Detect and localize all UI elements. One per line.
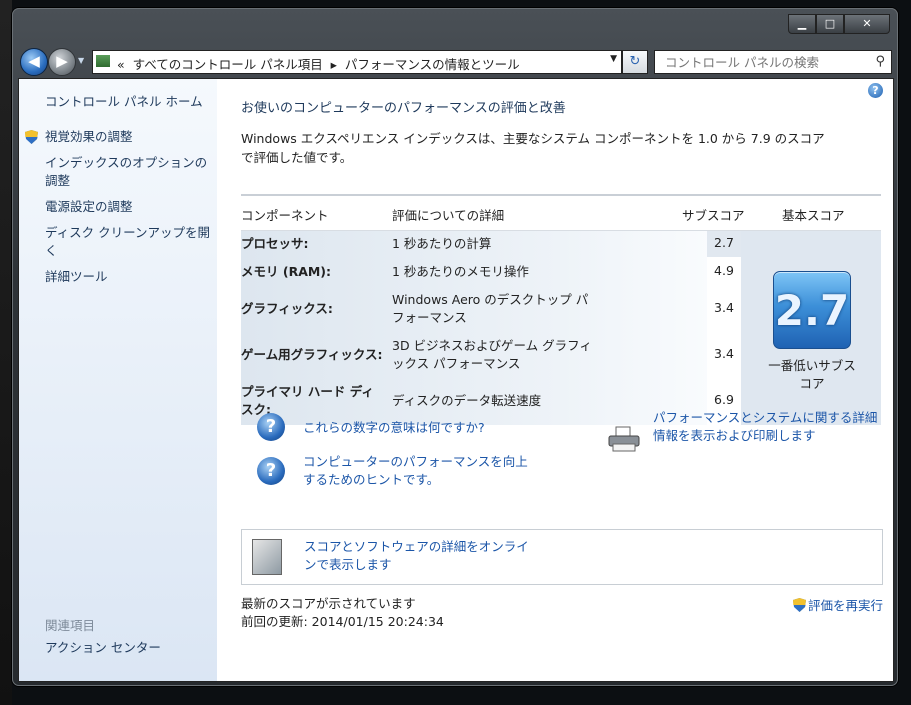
row-component: プライマリ ハード ディスク: bbox=[241, 384, 374, 417]
row-detail: Windows Aero のデスクトップ パフォーマンス bbox=[392, 292, 589, 325]
print-details-link[interactable]: パフォーマンスとシステムに関する詳細情報を表示および印刷します bbox=[653, 409, 885, 445]
online-details-box: スコアとソフトウェアの詳細をオンラインで表示します bbox=[241, 529, 883, 585]
sidebar-item-visual-effects[interactable]: 視覚効果の調整 bbox=[45, 128, 133, 146]
forward-button[interactable]: ▶ bbox=[48, 48, 76, 76]
breadcrumb-separator-icon[interactable]: ▸ bbox=[331, 57, 337, 72]
breadcrumb-performance[interactable]: パフォーマンスの情報とツール bbox=[345, 57, 520, 72]
header-subscore: サブスコア bbox=[682, 208, 745, 223]
row-component: グラフィックス: bbox=[241, 301, 333, 316]
address-dropdown-icon[interactable]: ▼ bbox=[610, 54, 617, 64]
row-detail: 3D ビジネスおよびゲーム グラフィックス パフォーマンス bbox=[392, 338, 592, 371]
row-component: ゲーム用グラフィックス: bbox=[241, 347, 383, 362]
row-subscore: 3.4 bbox=[714, 300, 734, 315]
sidebar-item-disk-cleanup[interactable]: ディスク クリーンアップを開く bbox=[45, 224, 213, 260]
main-content: ? お使いのコンピューターのパフォーマンスの評価と改善 Windows エクスペ… bbox=[217, 79, 893, 681]
control-panel-window: ▁ □ ✕ ◀ ▶ ▼ « すべてのコントロール パネル項目 ▸ パフォーマンス… bbox=[12, 8, 898, 686]
maximize-button[interactable]: □ bbox=[816, 14, 844, 34]
control-panel-icon bbox=[96, 55, 110, 67]
help-icon[interactable]: ? bbox=[868, 83, 883, 98]
breadcrumb-chevron[interactable]: « bbox=[117, 57, 125, 72]
last-update-text: 前回の更新: 2014/01/15 20:24:34 bbox=[241, 614, 444, 629]
row-detail: 1 秒あたりの計算 bbox=[392, 236, 492, 251]
breadcrumb-all-items[interactable]: すべてのコントロール パネル項目 bbox=[133, 57, 323, 72]
sidebar-item-advanced-tools[interactable]: 詳細ツール bbox=[45, 268, 108, 286]
question-icon: ? bbox=[257, 457, 285, 485]
related-heading: 関連項目 bbox=[45, 618, 96, 633]
rerun-label: 評価を再実行 bbox=[807, 598, 883, 613]
table-body: プロセッサ: 1 秒あたりの計算 2.7 メモリ (RAM): 1 秒あたりのメ… bbox=[241, 231, 881, 425]
page-title: お使いのコンピューターのパフォーマンスの評価と改善 bbox=[241, 101, 566, 116]
refresh-button[interactable]: ↻ bbox=[622, 50, 648, 74]
close-button[interactable]: ✕ bbox=[844, 14, 890, 34]
score-table: コンポーネント 評価についての詳細 サブスコア 基本スコア プロセッサ: 1 秒… bbox=[241, 194, 881, 425]
sidebar-item-action-center[interactable]: アクション センター bbox=[45, 639, 161, 657]
row-subscore: 2.7 bbox=[714, 235, 734, 250]
arrow-left-icon: ◀ bbox=[28, 52, 40, 70]
latest-score-text: 最新のスコアが示されています bbox=[241, 596, 416, 611]
arrow-right-icon: ▶ bbox=[56, 52, 68, 70]
software-box-icon bbox=[252, 539, 282, 575]
base-score-badge: 2.7 bbox=[773, 271, 851, 349]
sidebar-item-home[interactable]: コントロール パネル ホーム bbox=[45, 93, 203, 111]
printer-icon bbox=[608, 426, 640, 452]
sidebar-item-power-settings[interactable]: 電源設定の調整 bbox=[45, 198, 133, 216]
breadcrumb: « すべてのコントロール パネル項目 ▸ パフォーマンスの情報とツール bbox=[117, 54, 520, 73]
row-detail: ディスクのデータ転送速度 bbox=[392, 393, 542, 408]
base-score-label: 一番低いサブスコア bbox=[768, 358, 856, 391]
what-numbers-mean-link[interactable]: これらの数字の意味は何ですか? bbox=[303, 419, 485, 437]
header-component: コンポーネント bbox=[241, 208, 329, 223]
rerun-assessment-link[interactable]: 評価を再実行 bbox=[792, 595, 883, 614]
address-bar[interactable]: « すべてのコントロール パネル項目 ▸ パフォーマンスの情報とツール ▼ bbox=[92, 50, 622, 74]
minimize-button[interactable]: ▁ bbox=[788, 14, 816, 34]
header-base-score: 基本スコア bbox=[782, 208, 845, 223]
row-subscore: 4.9 bbox=[714, 263, 734, 278]
recent-pages-dropdown[interactable]: ▼ bbox=[78, 56, 84, 65]
question-icon: ? bbox=[257, 413, 285, 441]
navigation-bar: ◀ ▶ ▼ « すべてのコントロール パネル項目 ▸ パフォーマンスの情報とツー… bbox=[18, 44, 892, 76]
row-subscore: 6.9 bbox=[714, 392, 734, 407]
score-status: 最新のスコアが示されています 前回の更新: 2014/01/15 20:24:3… bbox=[241, 595, 444, 631]
shield-icon bbox=[792, 598, 806, 612]
header-details: 評価についての詳細 bbox=[392, 208, 505, 223]
row-subscore: 3.4 bbox=[714, 346, 734, 361]
refresh-icon: ↻ bbox=[629, 54, 641, 69]
sidebar: コントロール パネル ホーム 視覚効果の調整 インデックスのオプションの調整 電… bbox=[19, 79, 217, 681]
desktop-background bbox=[0, 0, 12, 705]
client-area: コントロール パネル ホーム 視覚効果の調整 インデックスのオプションの調整 電… bbox=[18, 78, 894, 682]
page-description: Windows エクスペリエンス インデックスは、主要なシステム コンポーネント… bbox=[241, 131, 825, 165]
row-detail: 1 秒あたりのメモリ操作 bbox=[392, 264, 529, 279]
online-details-link[interactable]: スコアとソフトウェアの詳細をオンラインで表示します bbox=[304, 538, 534, 574]
table-header: コンポーネント 評価についての詳細 サブスコア 基本スコア bbox=[241, 194, 881, 231]
caption-buttons: ▁ □ ✕ bbox=[788, 14, 890, 34]
search-input[interactable] bbox=[663, 54, 867, 71]
search-icon[interactable]: ⚲ bbox=[875, 54, 885, 69]
back-button[interactable]: ◀ bbox=[20, 48, 48, 76]
sidebar-item-indexing-options[interactable]: インデックスのオプションの調整 bbox=[45, 154, 210, 190]
performance-tips-link[interactable]: コンピューターのパフォーマンスを向上するためのヒントです。 bbox=[303, 453, 533, 489]
base-score-value: 2.7 bbox=[774, 286, 850, 335]
row-component: メモリ (RAM): bbox=[241, 264, 332, 279]
shield-icon bbox=[25, 130, 38, 144]
row-component: プロセッサ: bbox=[241, 236, 309, 251]
search-box[interactable]: ⚲ bbox=[654, 50, 892, 74]
